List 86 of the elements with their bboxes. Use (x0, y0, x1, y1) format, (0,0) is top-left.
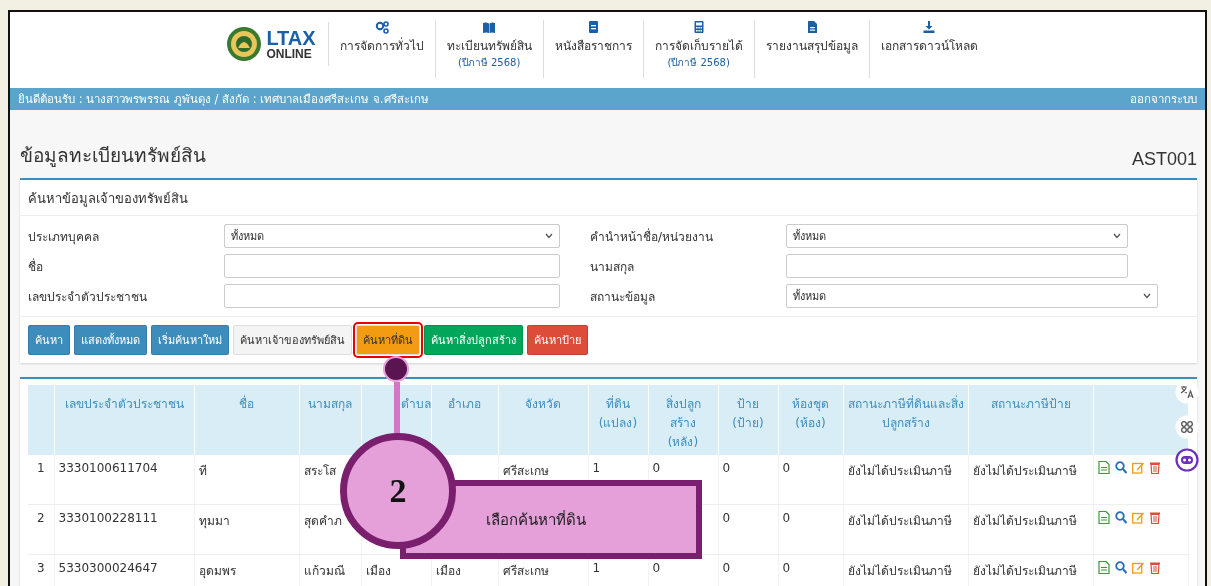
page-title: ข้อมูลทะเบียนทรัพย์สิน (20, 143, 206, 169)
table-cell: ยังไม่ได้ประเมินภาษี (843, 554, 968, 586)
document-icon[interactable] (1097, 461, 1110, 474)
column-header: สิ่งปลูก สร้าง (หลัง) (648, 385, 718, 455)
search-button[interactable]: ค้นหาป้าย (527, 325, 588, 355)
download-icon (922, 20, 937, 34)
nav-menu-item[interactable]: หนังสือราชการ (543, 20, 644, 78)
column-header: ชื่อ (194, 385, 299, 455)
field-label: นามสกุล (590, 258, 635, 276)
logo-subtitle: ONLINE (266, 48, 313, 60)
panel-title: ค้นหาข้อมูลเจ้าของทรัพย์สิน (20, 180, 1197, 216)
column-header: ที่ดิน (แปลง) (588, 385, 648, 455)
column-header: ห้องชุด (ห้อง) (778, 385, 843, 455)
column-header: สถานะภาษีที่ดินและสิ่ง ปลูกสร้าง (843, 385, 968, 455)
edit-icon[interactable] (1131, 561, 1144, 574)
field-label: สถานะข้อมูล (590, 288, 656, 306)
book-icon (482, 20, 497, 34)
trash-icon[interactable] (1148, 561, 1161, 574)
field-label: คำนำหน้าชื่อ/หน่วยงาน (590, 227, 715, 246)
search-icon[interactable] (1114, 511, 1127, 524)
page-code: AST001 (1131, 149, 1197, 170)
table-cell: แก้วมณี (299, 554, 361, 586)
apps-icon[interactable] (1175, 415, 1199, 439)
row-number: 1 (28, 455, 54, 505)
search-button[interactable]: ค้นหาที่ดิน (356, 325, 420, 355)
table-cell: 5330300024647 (54, 554, 194, 586)
search-button[interactable]: ค้นหา (28, 325, 70, 355)
column-header: จังหวัด (498, 385, 588, 455)
row-number: 3 (28, 554, 54, 586)
column-header: สถานะภาษีป้าย (968, 385, 1093, 455)
table-cell: 3330100611704 (54, 455, 194, 505)
logo-title: LTAX (266, 28, 316, 48)
table-cell: ยังไม่ได้ประเมินภาษี (968, 554, 1093, 586)
column-header: เลขประจำตัวประชาชน (54, 385, 194, 455)
edit-icon[interactable] (1131, 461, 1144, 474)
trash-icon[interactable] (1148, 511, 1161, 524)
edit-icon[interactable] (1131, 511, 1144, 524)
field-label: เลขประจำตัวประชาชน (28, 288, 148, 306)
search-button[interactable]: แสดงทั้งหมด (74, 325, 147, 355)
nav-menu-item[interactable]: รายงานสรุปข้อมูล (754, 20, 870, 78)
document-icon[interactable] (1097, 561, 1110, 574)
table-cell: 0 (778, 504, 843, 555)
seal-logo (226, 26, 263, 62)
search-button[interactable]: เริ่มค้นหาใหม่ (151, 325, 229, 355)
select-field[interactable]: ทั้งหมด (224, 224, 560, 248)
table-cell: 0 (718, 455, 778, 505)
table-cell: 0 (778, 554, 843, 586)
header-cell (28, 385, 54, 455)
caret-icon (1143, 293, 1151, 299)
table-cell: 0 (778, 455, 843, 505)
table-cell: ที (194, 455, 299, 505)
table-cell: 3330100228111 (54, 504, 194, 555)
table-cell: 0 (718, 504, 778, 555)
table-cell: ยังไม่ได้ประเมินภาษี (843, 455, 968, 505)
caret-icon (1113, 233, 1121, 239)
table-cell: ยังไม่ได้ประเมินภาษี (843, 504, 968, 555)
input-field[interactable] (224, 284, 560, 308)
search-icon[interactable] (1114, 461, 1127, 474)
column-header: อำเภอ (431, 385, 498, 455)
welcome-text: ยินดีต้อนรับ : นางสาวพรพรรณ ภูพันดุง / สังกัด : เทศบาลเมืองศรีสะเกษ จ.ศรีสะเกษ (18, 91, 429, 108)
table-cell: อุดมพร (194, 554, 299, 586)
nav-menu-item[interactable]: เอกสารดาวน์โหลด (869, 20, 989, 78)
table-cell: ทุมมา (194, 504, 299, 555)
search-icon[interactable] (1114, 561, 1127, 574)
field-label: ชื่อ (28, 257, 44, 276)
nav-menu-item[interactable]: การจัดเก็บรายได้ (ปีภาษี 2568) (643, 20, 755, 78)
column-header: ป้าย (ป้าย) (718, 385, 778, 455)
row-number: 2 (28, 504, 54, 555)
nav-menu-item[interactable]: การจัดการทั่วไป (328, 20, 436, 78)
table-cell: ยังไม่ได้ประเมินภาษี (968, 504, 1093, 555)
caret-icon (545, 233, 553, 239)
select-field[interactable]: ทั้งหมด (786, 284, 1158, 308)
document-icon[interactable] (1097, 511, 1110, 524)
column-header: นามสกุล (299, 385, 361, 455)
gears-icon (374, 20, 389, 34)
select-field[interactable]: ทั้งหมด (786, 224, 1128, 248)
table-cell: ยังไม่ได้ประเมินภาษี (968, 455, 1093, 505)
bot-face-icon[interactable] (1175, 448, 1199, 472)
field-label: ประเภทบุคคล (28, 228, 100, 246)
search-button[interactable]: ค้นหาเจ้าของทรัพย์สิน (233, 325, 352, 355)
trash-icon[interactable] (1148, 461, 1161, 474)
document-icon (586, 20, 601, 34)
table-cell: 0 (718, 554, 778, 586)
nav-menu-item[interactable]: ทะเบียนทรัพย์สิน (ปีภาษี 2568) (435, 20, 544, 78)
input-field[interactable] (224, 254, 560, 278)
input-field[interactable] (786, 254, 1128, 278)
